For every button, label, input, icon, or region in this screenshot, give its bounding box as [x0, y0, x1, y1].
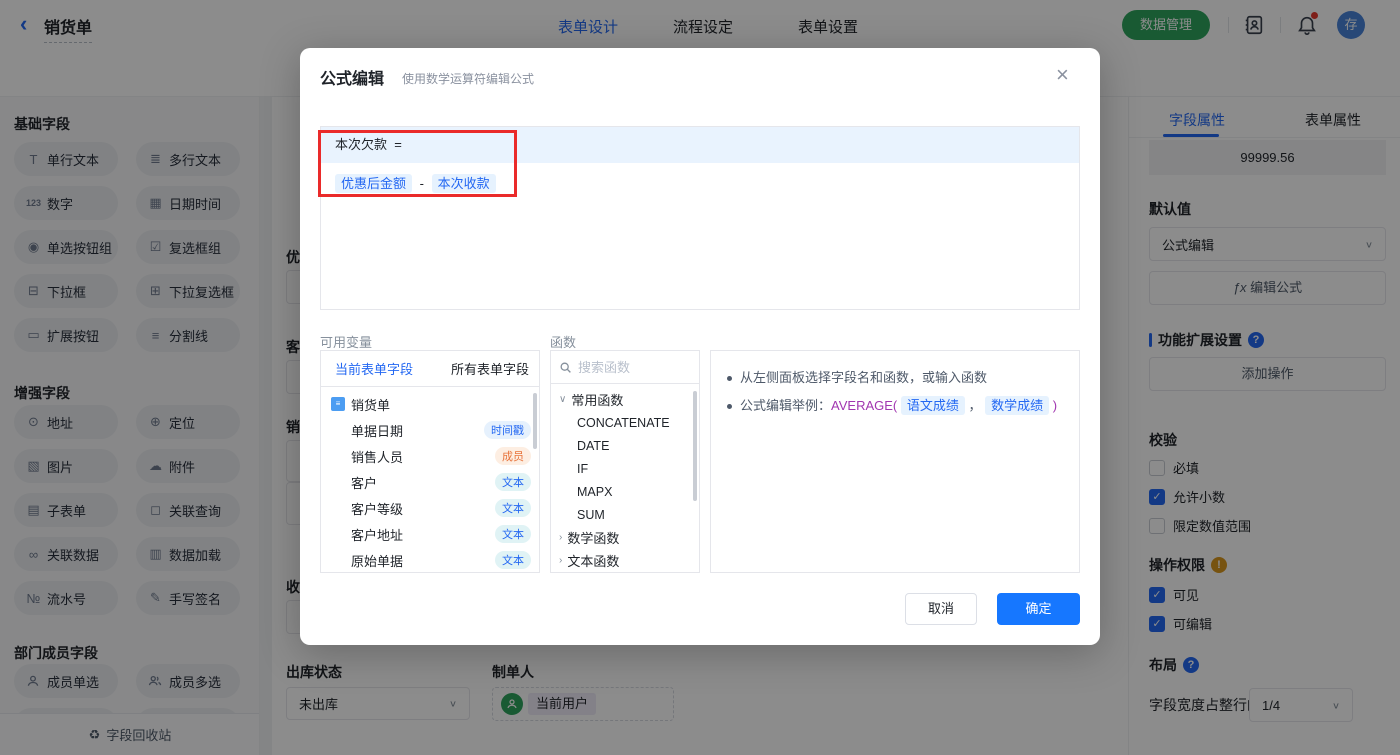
function-item[interactable]: MAPX	[551, 480, 699, 503]
bullet-icon	[727, 376, 732, 382]
variable-row[interactable]: 客户 文本	[321, 469, 539, 495]
modal-subtitle: 使用数学运算符编辑公式	[402, 72, 535, 86]
function-search[interactable]	[551, 351, 699, 384]
variable-row[interactable]: 客户地址 文本	[321, 521, 539, 547]
variables-label: 可用变量	[320, 335, 373, 350]
chevron-down-icon: ∨	[559, 394, 567, 405]
functions-panel: ∨常用函数 CONCATENATE DATE IF MAPX SUM ›数学函数…	[550, 350, 700, 573]
example-chip: 数学成绩	[985, 396, 1050, 415]
function-group[interactable]: › 文本函数	[551, 549, 699, 572]
chevron-right-icon: ›	[559, 555, 563, 566]
scrollbar[interactable]	[533, 393, 537, 449]
type-tag: 成员	[495, 447, 531, 465]
bullet-icon	[727, 404, 732, 410]
document-icon: ≡	[331, 397, 345, 411]
annotation-red-box	[318, 130, 517, 197]
variables-tabs: 当前表单字段 所有表单字段	[321, 351, 539, 387]
example-chip: 语文成绩	[900, 396, 965, 415]
tree-root[interactable]: ≡ 销货单	[321, 391, 539, 417]
type-tag: 文本	[495, 473, 531, 491]
function-search-input[interactable]	[578, 359, 678, 375]
modal-title: 公式编辑	[320, 71, 385, 88]
close-icon[interactable]: ×	[1056, 62, 1069, 88]
variable-row[interactable]: 客户等级 文本	[321, 495, 539, 521]
confirm-button[interactable]: 确定	[997, 593, 1080, 625]
variable-row[interactable]: 单据日期 时间戳	[321, 417, 539, 443]
chevron-right-icon: ›	[559, 532, 563, 543]
type-tag: 文本	[495, 551, 531, 569]
help-line-1: 从左侧面板选择字段名和函数，或输入函数	[727, 365, 1063, 391]
type-tag: 文本	[495, 499, 531, 517]
type-tag: 文本	[495, 525, 531, 543]
variable-row[interactable]: 销售人员 成员	[321, 443, 539, 469]
variable-row[interactable]: 原始单据 文本	[321, 547, 539, 572]
help-line-2: 公式编辑举例：AVERAGE( 语文成绩 ， 数学成绩 )	[727, 393, 1063, 419]
scrollbar[interactable]	[693, 391, 697, 501]
cancel-button[interactable]: 取消	[905, 593, 977, 625]
tab-all-form-fields[interactable]: 所有表单字段	[451, 359, 529, 378]
function-group[interactable]: › 数学函数	[551, 526, 699, 549]
variables-panel: 当前表单字段 所有表单字段 ≡ 销货单 单据日期 时间戳 销售人员 成员 客户 文本 客…	[320, 350, 540, 573]
tab-current-form-fields[interactable]: 当前表单字段	[335, 359, 413, 378]
type-tag: 时间戳	[484, 421, 531, 439]
search-icon	[559, 361, 572, 374]
function-item[interactable]: CONCATENATE	[551, 411, 699, 434]
function-item[interactable]: IF	[551, 457, 699, 480]
function-item[interactable]: SUM	[551, 503, 699, 526]
functions-label: 函数	[550, 335, 577, 350]
formula-help-panel: 从左侧面板选择字段名和函数，或输入函数 公式编辑举例：AVERAGE( 语文成绩…	[710, 350, 1080, 573]
function-item[interactable]: DATE	[551, 434, 699, 457]
function-group[interactable]: ∨ 常用函数	[551, 388, 699, 411]
